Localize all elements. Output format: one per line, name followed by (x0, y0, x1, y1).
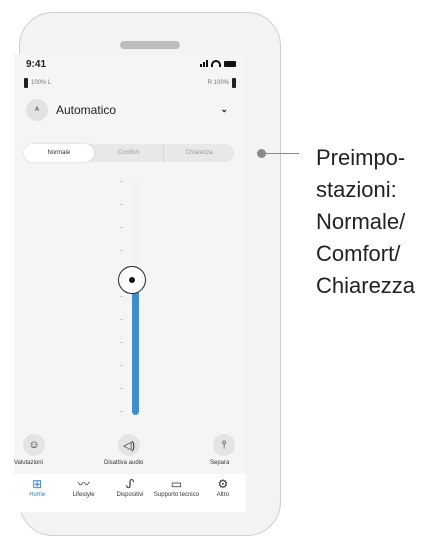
status-time: 9:41 (26, 59, 47, 70)
program-label: Automatico (56, 103, 117, 117)
mute-button[interactable]: ◁) (118, 434, 140, 456)
preset-comfort[interactable]: Comfort (94, 144, 164, 162)
battery-icon (224, 60, 236, 67)
activity-icon: 〰 (77, 477, 90, 491)
grid-icon: ⊞ (32, 477, 43, 491)
tab-more[interactable]: ⚙ Altro (200, 474, 246, 512)
chat-icon: ▭ (170, 477, 183, 491)
preset-callout: Preimpo- stazioni: Normale/ Comfort/ Chi… (316, 142, 415, 302)
preset-segmented-control: Normale Comfort Chiarezza (24, 144, 234, 162)
left-battery-text: 100% L (31, 80, 52, 86)
tab-devices-label: Dispositivi (116, 492, 144, 498)
tab-lifestyle-label: Lifestyle (72, 492, 95, 498)
hearing-aid-icon: ᔑ (125, 477, 135, 491)
volume-tick (120, 204, 123, 205)
ear-auto-icon: ᴬ (26, 99, 48, 121)
tab-support[interactable]: ▭ Supporto tecnico (153, 474, 199, 512)
volume-tick (120, 411, 123, 412)
volume-tick (120, 227, 123, 228)
volume-tick (120, 181, 123, 182)
speaker-mute-icon: ◁) (122, 439, 136, 452)
app-screen: 9:41 100% L R 100% ᴬ Automatico ⌄ Normal… (14, 54, 246, 474)
left-battery-icon (24, 78, 28, 88)
status-icons (200, 60, 236, 67)
tab-support-label: Supporto tecnico (153, 492, 199, 498)
preset-chiarezza[interactable]: Chiarezza (163, 144, 234, 162)
callout-line: Comfort/ (316, 241, 401, 266)
tab-devices[interactable]: ᔑ Dispositivi (107, 474, 153, 512)
wifi-icon (211, 60, 221, 67)
tab-more-label: Altro (216, 492, 229, 498)
volume-tick (120, 319, 123, 320)
callout-line: Normale/ (316, 209, 406, 234)
volume-handle[interactable] (118, 266, 146, 294)
signal-icon (200, 60, 208, 67)
phone-speaker (120, 41, 180, 49)
callout-line: stazioni: (316, 177, 397, 202)
right-hearing-aid-battery: R 100% (208, 78, 236, 88)
split-icon: ⫯ (221, 438, 227, 451)
smiley-icon: ☺ (28, 439, 40, 451)
left-hearing-aid-battery: 100% L (24, 78, 51, 88)
split-label: Separa (210, 460, 230, 466)
gear-icon: ⚙ (217, 477, 229, 491)
ratings-button[interactable]: ☺ (23, 434, 45, 456)
bottom-tab-bar: ⊞ Home 〰 Lifestyle ᔑ Dispositivi ▭ Suppo… (14, 474, 246, 512)
volume-slider[interactable] (132, 179, 139, 415)
tab-lifestyle[interactable]: 〰 Lifestyle (60, 474, 106, 512)
tab-home[interactable]: ⊞ Home (14, 474, 60, 512)
volume-fill (132, 280, 139, 415)
program-selector[interactable]: ᴬ Automatico ⌄ (26, 99, 232, 121)
ratings-label: Valutazioni (14, 460, 43, 466)
callout-dot (257, 149, 266, 158)
handle-dot (129, 277, 135, 283)
right-battery-icon (232, 78, 236, 88)
callout-line: Preimpo- (316, 145, 406, 170)
mute-label: Disattiva audio (104, 460, 144, 466)
volume-tick (120, 250, 123, 251)
callout-leader-line (266, 153, 299, 154)
volume-tick (120, 365, 123, 366)
volume-tick (120, 388, 123, 389)
tab-home-label: Home (29, 492, 46, 498)
volume-tick (120, 342, 123, 343)
preset-normale[interactable]: Normale (24, 144, 94, 162)
volume-tick (120, 296, 123, 297)
chevron-down-icon[interactable]: ⌄ (220, 104, 228, 115)
callout-line: Chiarezza (316, 273, 416, 298)
right-battery-text: R 100% (207, 80, 229, 86)
split-button[interactable]: ⫯ (213, 434, 235, 456)
